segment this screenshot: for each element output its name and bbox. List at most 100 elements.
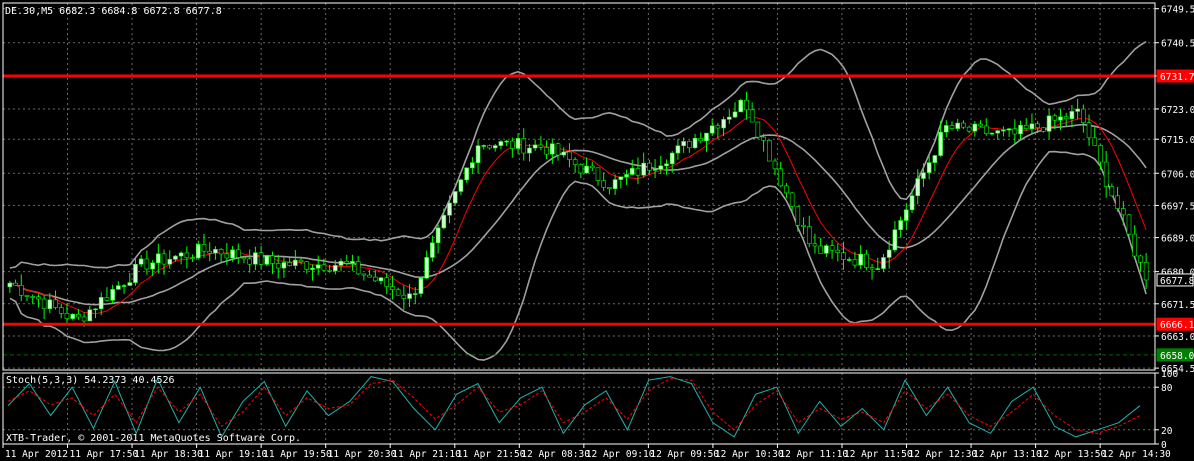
candle-body [858, 253, 863, 266]
candle-body [36, 296, 41, 300]
candle-body [864, 253, 869, 268]
candle-body [1046, 115, 1052, 132]
candle-body [487, 145, 492, 149]
candle-body [652, 169, 658, 171]
candle-body [624, 174, 629, 178]
candle-body [492, 145, 498, 149]
candle-body [435, 227, 441, 244]
x-tick-label: 12 Apr 08:30 [521, 449, 590, 460]
price-level-label: 6677.8 [1160, 276, 1194, 287]
candle-body [515, 138, 521, 149]
candle-body [721, 119, 726, 129]
candle-body [76, 313, 81, 318]
chart-canvas[interactable]: 6749.5 6740.5 6731.7 6723.0 6715.0 6706.0 6697… [0, 0, 1194, 461]
chart-background [0, 0, 1194, 461]
candle-body [801, 224, 806, 227]
candle-body [7, 282, 13, 288]
candle-body [647, 162, 652, 171]
candle-body [350, 261, 355, 264]
candle-body [612, 179, 618, 189]
candle-body [1081, 108, 1086, 124]
candle-body [315, 264, 321, 269]
candle-body [1138, 255, 1143, 263]
x-tick-label: 11 Apr 17:50 [70, 449, 139, 460]
candle-body [304, 261, 310, 270]
candle-body [207, 250, 213, 254]
x-tick-label: 11 Apr 18:30 [134, 449, 203, 460]
candle-body [561, 151, 567, 156]
candle-body [601, 180, 606, 188]
candle-body [1063, 116, 1069, 120]
candle-body [595, 167, 601, 181]
candle-body [138, 258, 144, 265]
y-tick-label: 6715.0 [1161, 135, 1194, 146]
candle-body [367, 274, 372, 278]
candle-body [755, 121, 761, 138]
candle-body [629, 168, 635, 175]
candle-body [270, 255, 275, 264]
y-tick-label: 6689.0 [1161, 234, 1194, 245]
candle-body [241, 257, 247, 260]
y-tick-label: 6671.5 [1161, 300, 1194, 311]
candle-body [1001, 129, 1006, 132]
stoch-tick-label: 80 [1161, 383, 1173, 394]
x-tick-label: 12 Apr 11:10 [779, 449, 848, 460]
candle-body [321, 264, 327, 271]
candle-body [1126, 214, 1132, 235]
candle-body [53, 299, 58, 308]
candle-body [87, 309, 93, 322]
candle-body [1029, 123, 1035, 130]
candle-body [675, 145, 681, 154]
candle-body [430, 242, 435, 258]
candle-body [418, 277, 424, 294]
candle-body [93, 308, 98, 311]
candle-body [1098, 145, 1103, 163]
candle-body [875, 268, 881, 270]
candle-body [104, 297, 110, 301]
candle-body [344, 261, 350, 264]
candle-body [355, 261, 361, 275]
candle-body [18, 284, 24, 296]
candle-body [989, 132, 995, 135]
candle-body [789, 192, 795, 207]
candle-body [156, 253, 161, 264]
candle-body [898, 220, 903, 230]
candle-body [13, 282, 18, 286]
candle-body [475, 145, 481, 163]
candle-body [195, 244, 201, 259]
candle-body [949, 125, 955, 129]
candle-body [995, 130, 1000, 134]
candle-body [372, 276, 378, 282]
candle-body [921, 172, 926, 179]
candle-body [253, 252, 258, 265]
stoch-tick-label: 20 [1161, 426, 1173, 437]
candle-body [744, 99, 749, 111]
x-tick-label: 12 Apr 13:10 [973, 449, 1042, 460]
candle-body [384, 277, 390, 287]
y-tick-label: 6749.5 [1161, 5, 1194, 16]
x-tick-label: 11 Apr 20:30 [328, 449, 397, 460]
candle-body [1018, 124, 1023, 135]
candle-body [464, 167, 469, 181]
candle-body [938, 131, 943, 156]
candle-body [116, 285, 121, 290]
candle-body [852, 259, 858, 266]
y-tick-label: 6706.0 [1161, 169, 1194, 180]
y-tick-label: 6740.5 [1161, 39, 1194, 50]
candle-body [230, 249, 235, 259]
candle-body [98, 297, 104, 310]
candle-body [692, 137, 698, 149]
x-tick-label: 11 Apr 19:50 [263, 449, 332, 460]
candle-body [144, 258, 150, 270]
candle-body [618, 176, 624, 180]
candle-body [498, 141, 504, 146]
candle-body [715, 125, 721, 129]
candle-body [447, 202, 452, 216]
candle-body [161, 253, 167, 265]
candle-body [173, 255, 178, 260]
candle-body [264, 255, 270, 265]
x-tick-label: 12 Apr 09:10 [586, 449, 655, 460]
candle-body [1109, 186, 1115, 197]
candle-body [641, 162, 646, 176]
price-level-label: 6658.0 [1160, 351, 1194, 362]
